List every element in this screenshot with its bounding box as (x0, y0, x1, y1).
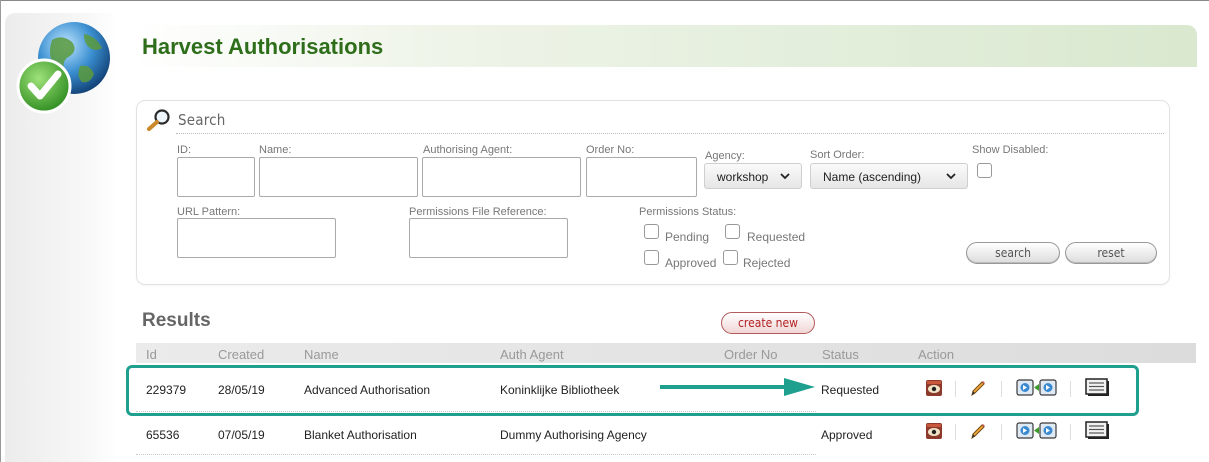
name-input[interactable] (259, 157, 418, 197)
column-header-status[interactable]: Status (822, 347, 859, 362)
order-no-label: Order No: (586, 144, 635, 156)
pending-label: Pending (665, 230, 710, 244)
search-title: Search (178, 111, 226, 129)
row-divider (136, 454, 816, 455)
cell-id: 65536 (146, 428, 180, 442)
column-header-name[interactable]: Name (304, 347, 339, 362)
column-header-id[interactable]: Id (146, 347, 157, 362)
pending-checkbox[interactable] (644, 224, 659, 239)
agency-label: Agency: (705, 150, 745, 162)
column-header-order-no[interactable]: Order No (724, 347, 777, 362)
arrow-right-icon (660, 378, 815, 396)
edit-icon[interactable] (969, 422, 987, 440)
agency-selected-value: workshop (717, 170, 769, 184)
search-header: Search (146, 108, 1166, 134)
permissions-file-reference-label: Permissions File Reference: (409, 206, 547, 218)
permissions-file-reference-input[interactable] (409, 218, 568, 258)
reset-button[interactable]: reset (1065, 242, 1157, 264)
view-icon[interactable] (925, 422, 943, 440)
action-separator (955, 424, 956, 440)
column-header-created[interactable]: Created (218, 347, 264, 362)
cell-auth-agent: Dummy Authorising Agency (500, 428, 647, 442)
cell-status: Approved (821, 428, 873, 442)
highlight-box (126, 365, 1139, 416)
action-separator (1070, 424, 1071, 440)
name-label: Name: (259, 144, 292, 156)
rejected-checkbox[interactable] (723, 250, 738, 265)
agency-select[interactable]: workshop (704, 163, 802, 189)
action-separator (1001, 424, 1002, 440)
rejected-label: Rejected (743, 256, 791, 270)
url-pattern-input[interactable] (177, 218, 336, 258)
approved-checkbox[interactable] (644, 250, 659, 265)
column-header-action: Action (918, 347, 955, 362)
cell-name: Blanket Authorisation (304, 428, 417, 442)
id-label: ID: (177, 144, 192, 156)
page-title: Harvest Authorisations (142, 34, 384, 59)
results-table-header: Id Created Name Auth Agent Order No Stat… (136, 343, 1196, 363)
transfer-icon[interactable] (1016, 421, 1058, 441)
sort-order-selected-value: Name (ascending) (823, 170, 922, 184)
chevron-down-icon (780, 173, 790, 180)
sort-order-select[interactable]: Name (ascending) (810, 163, 968, 189)
column-header-auth-agent[interactable]: Auth Agent (500, 347, 564, 362)
search-icon (147, 109, 170, 131)
permissions-status-label: Permissions Status: (639, 206, 737, 218)
show-disabled-checkbox[interactable] (977, 163, 992, 178)
results-title: Results (142, 310, 211, 331)
show-disabled-label: Show Disabled: (972, 144, 1049, 156)
url-pattern-label: URL Pattern: (177, 206, 241, 218)
id-input[interactable] (177, 157, 255, 197)
sort-order-label: Sort Order: (810, 149, 865, 161)
approved-label: Approved (665, 256, 717, 270)
chevron-down-icon (946, 173, 956, 180)
create-new-button[interactable]: create new (721, 312, 815, 334)
requested-label: Requested (747, 230, 806, 244)
requested-checkbox[interactable] (725, 224, 740, 239)
window-top-border (0, 0, 1209, 1)
cell-created: 07/05/19 (218, 428, 265, 442)
authorising-agent-input[interactable] (422, 157, 581, 197)
order-no-input[interactable] (586, 157, 697, 197)
search-button[interactable]: search (966, 242, 1060, 264)
window-left-border (0, 0, 1, 462)
authorising-agent-label: Authorising Agent: (423, 144, 513, 156)
globe-check-logo-icon (16, 22, 110, 114)
search-divider (176, 133, 1164, 134)
table-row: 65536 07/05/19 Blanket Authorisation Dum… (136, 412, 872, 458)
list-icon[interactable] (1085, 421, 1111, 441)
